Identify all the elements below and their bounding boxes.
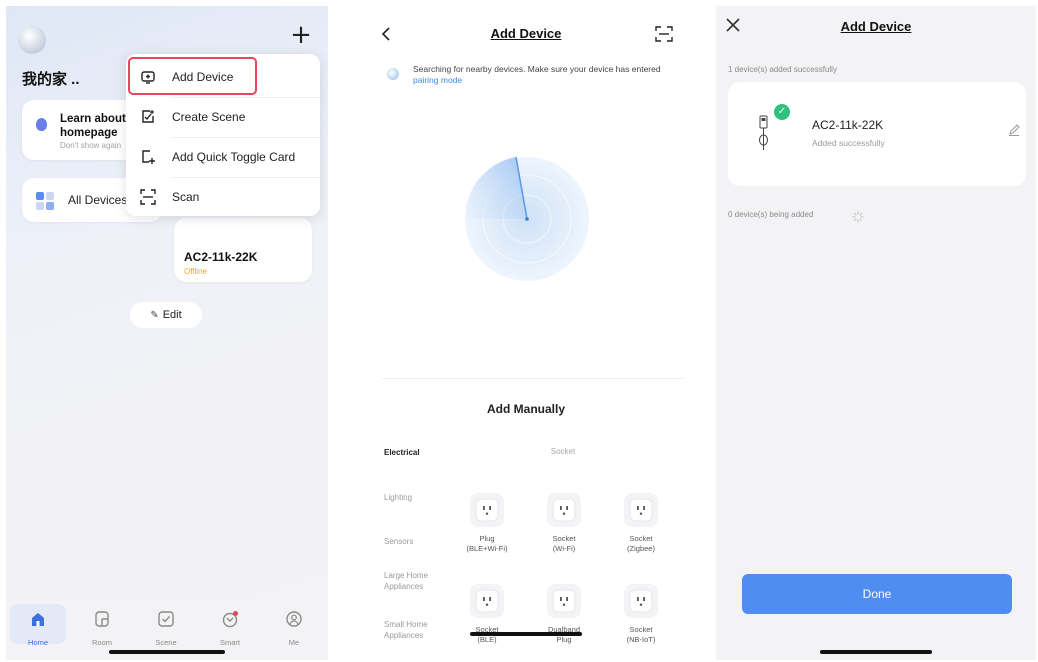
home-icon xyxy=(32,613,44,626)
product-socket-wifi[interactable] xyxy=(547,493,581,527)
home-name[interactable]: 我的家 .. xyxy=(22,68,80,89)
tab-label: Smart xyxy=(219,638,240,647)
adding-count-text: 0 device(s) being added xyxy=(728,210,814,219)
product-dualband-plug[interactable] xyxy=(547,584,581,618)
tab-home[interactable]: Home xyxy=(10,604,66,647)
category-large-home-appliances[interactable]: Large Home Appliances xyxy=(384,570,444,592)
me-icon xyxy=(286,611,302,627)
device-card[interactable]: AC2-11k-22K Offline xyxy=(174,218,312,282)
home-indicator xyxy=(470,632,582,636)
tab-label: Me xyxy=(288,638,300,647)
create-scene-icon xyxy=(142,110,154,123)
home-indicator xyxy=(109,650,225,654)
smart-icon xyxy=(222,611,238,628)
socket-icon xyxy=(552,589,576,613)
menu-item-label: Scan xyxy=(172,190,200,204)
scan-icon xyxy=(140,189,156,205)
socket-icon xyxy=(552,498,576,522)
quick-toggle-icon xyxy=(142,150,155,164)
add-plus-button[interactable]: + xyxy=(289,22,313,48)
socket-icon xyxy=(629,589,653,613)
socket-column-header: Socket xyxy=(550,447,576,456)
product-socket-zigbee[interactable] xyxy=(624,493,658,527)
added-count-text: 1 device(s) added successfully xyxy=(728,65,837,74)
device-status: Offline xyxy=(184,267,207,276)
home-screen: + 我的家 .. Learn about DIY homepage Don't … xyxy=(6,6,328,660)
product-label: Socket (Wi-Fi) xyxy=(552,534,576,553)
menu-item-add-quick-toggle-card[interactable]: Add Quick Toggle Card xyxy=(126,138,320,178)
edit-button[interactable]: ✎ Edit xyxy=(130,302,202,328)
device-name: AC2-11k-22K xyxy=(184,250,258,264)
pairing-mode-link[interactable]: pairing mode xyxy=(413,75,462,85)
pencil-icon[interactable] xyxy=(1008,124,1020,136)
pencil-icon: ✎ xyxy=(150,310,159,321)
added-device-status: Added successfully xyxy=(812,138,885,148)
category-small-home-appliances[interactable]: Small Home Appliances xyxy=(384,619,444,641)
add-menu: Add Device Create Scene Add Quick Toggle… xyxy=(126,54,320,216)
added-device-name: AC2-11k-22K xyxy=(812,118,884,132)
product-socket-ble[interactable] xyxy=(470,584,504,618)
page-title: Add Device xyxy=(490,26,562,41)
home-avatar[interactable] xyxy=(18,26,46,54)
success-check-icon: ✓ xyxy=(774,104,790,120)
socket-icon xyxy=(475,498,499,522)
lightbulb-icon xyxy=(36,118,47,131)
grid-icon xyxy=(36,192,54,210)
page-title: Add Device xyxy=(840,19,912,34)
tab-bar: Home Room Scene Smart Me xyxy=(6,600,328,660)
category-sensors[interactable]: Sensors xyxy=(384,536,444,547)
highlight-box xyxy=(128,57,257,95)
add-device-search-screen: Add Device Searching for nearby devices.… xyxy=(368,6,684,660)
menu-item-label: Add Quick Toggle Card xyxy=(172,150,296,164)
product-label: Socket (Zigbee) xyxy=(627,534,655,553)
added-device-card[interactable]: ✓ AC2-11k-22K Added successfully xyxy=(728,82,1026,186)
product-plug-ble-wifi[interactable] xyxy=(470,493,504,527)
divider xyxy=(382,378,684,379)
category-electrical[interactable]: Electrical xyxy=(384,447,444,458)
tab-smart[interactable]: Smart xyxy=(210,604,250,647)
socket-icon xyxy=(629,498,653,522)
product-label: Plug (BLE+Wi-Fi) xyxy=(466,534,508,553)
menu-item-label: Create Scene xyxy=(172,110,246,124)
tab-room[interactable]: Room xyxy=(82,604,122,647)
edit-label: Edit xyxy=(162,309,182,321)
tab-me[interactable]: Me xyxy=(274,604,314,647)
notice-text: Searching for nearby devices. Make sure … xyxy=(413,64,661,74)
product-socket-nb-iot[interactable] xyxy=(624,584,658,618)
socket-icon xyxy=(475,589,499,613)
tab-label: Room xyxy=(91,638,112,647)
home-indicator xyxy=(820,650,932,654)
all-devices-label: All Devices xyxy=(68,193,128,207)
add-device-result-screen: Add Device 1 device(s) added successfull… xyxy=(716,6,1036,660)
searching-icon xyxy=(387,68,399,80)
charger-device-icon xyxy=(759,115,768,150)
tab-label: Scene xyxy=(155,638,177,647)
category-lighting[interactable]: Lighting xyxy=(384,492,444,503)
loading-spinner-icon xyxy=(852,211,864,223)
product-label: Socket (NB-IoT) xyxy=(626,625,656,644)
radar-animation xyxy=(464,156,589,281)
menu-item-scan[interactable]: Scan xyxy=(126,178,320,218)
search-notice: Searching for nearby devices. Make sure … xyxy=(413,64,663,86)
scene-icon xyxy=(158,611,174,627)
add-manually-title: Add Manually xyxy=(486,402,565,416)
tab-scene[interactable]: Scene xyxy=(146,604,186,647)
menu-item-create-scene[interactable]: Create Scene xyxy=(126,98,320,138)
scan-icon[interactable] xyxy=(655,26,673,42)
tab-label: Home xyxy=(27,638,48,647)
room-icon xyxy=(95,611,109,627)
dont-show-again-link[interactable]: Don't show again xyxy=(60,141,121,150)
done-button[interactable]: Done xyxy=(742,574,1012,614)
